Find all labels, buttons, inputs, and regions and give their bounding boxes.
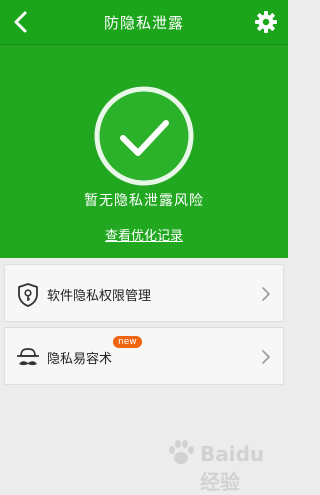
page-title: 防隐私泄露 bbox=[103, 14, 184, 32]
list-item-label: 软件隐私权限管理 bbox=[47, 289, 152, 304]
list-item-privacy-disguise[interactable]: 隐私易容术 new bbox=[4, 327, 284, 385]
back-arrow-icon[interactable] bbox=[10, 10, 34, 34]
optimization-log-link-text[interactable]: 查看优化记录 bbox=[105, 229, 183, 244]
new-badge: new bbox=[113, 336, 142, 348]
optimization-log-link[interactable]: 查看优化记录 bbox=[0, 225, 288, 244]
watermark: Baidu 经验 bbox=[162, 434, 282, 494]
check-circle-icon bbox=[94, 86, 194, 186]
list-item-permission-management[interactable]: 软件隐私权限管理 bbox=[4, 264, 284, 322]
status-text: 暂无隐私泄露风险 bbox=[84, 193, 204, 209]
paw-icon bbox=[169, 440, 194, 464]
chevron-right-icon bbox=[262, 350, 270, 364]
gear-icon[interactable] bbox=[254, 10, 278, 34]
status-panel: 暂无隐私泄露风险 查看优化记录 bbox=[0, 45, 288, 258]
watermark-text: Baidu 经验 bbox=[200, 442, 265, 494]
app-header: 防隐私泄露 bbox=[0, 0, 288, 45]
list-item-label: 隐私易容术 bbox=[47, 352, 113, 367]
shield-key-icon bbox=[18, 283, 38, 307]
chevron-right-icon bbox=[262, 287, 270, 301]
disguise-icon bbox=[17, 348, 39, 366]
